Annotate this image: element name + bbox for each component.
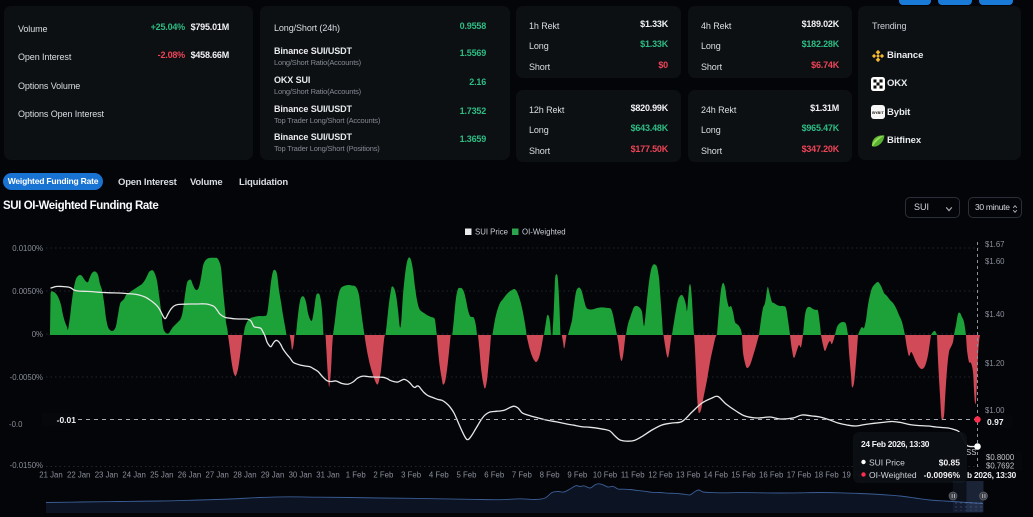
svg-text:$0.85: $0.85 [939,458,961,468]
svg-text:0.0100%: 0.0100% [12,244,43,253]
svg-text:13 Feb: 13 Feb [676,471,701,480]
svg-text:18 Feb: 18 Feb [814,471,839,480]
svg-text:-0.0050%: -0.0050% [10,373,43,382]
svg-text:1 Feb: 1 Feb [346,471,367,480]
svg-text:5 Feb: 5 Feb [457,471,478,480]
svg-text:$1.40: $1.40 [985,310,1005,319]
svg-text:12 Feb: 12 Feb [648,471,673,480]
svg-text:$1.60: $1.60 [985,257,1005,266]
svg-text:7 Feb: 7 Feb [512,471,533,480]
svg-text:SS: SS [966,448,976,457]
svg-text:29 Jan: 29 Jan [261,471,284,480]
svg-text:22 Jan: 22 Jan [67,471,90,480]
svg-text:0.0050%: 0.0050% [12,287,43,296]
svg-text:10 Feb: 10 Feb [593,471,618,480]
svg-text:6 Feb: 6 Feb [484,471,505,480]
svg-text:BYB!T: BYB!T [872,111,884,115]
svg-text:15 Feb: 15 Feb [731,471,756,480]
svg-text:0%: 0% [32,330,43,339]
svg-text:$1.00: $1.00 [985,406,1005,415]
svg-text:8 Feb: 8 Feb [540,471,561,480]
svg-text:-0.0150%: -0.0150% [10,461,43,470]
svg-text:OI-Weighted: OI-Weighted [522,228,566,237]
svg-text:28 Jan: 28 Jan [233,471,256,480]
svg-text:$1.20: $1.20 [985,359,1005,368]
svg-text:24 Feb 2026, 13:30: 24 Feb 2026, 13:30 [861,439,930,449]
svg-text:14 Feb: 14 Feb [704,471,729,480]
svg-text:-0.01: -0.01 [57,415,77,425]
svg-text:31 Jan: 31 Jan [316,471,339,480]
svg-text:9 Feb: 9 Feb [567,471,588,480]
svg-text:11 Feb: 11 Feb [621,471,645,480]
svg-text:24 Jan: 24 Jan [122,471,145,480]
svg-text:SUI Price: SUI Price [869,458,905,468]
svg-text:2 Feb: 2 Feb [373,471,394,480]
svg-text:-0.0096%: -0.0096% [924,470,961,480]
svg-text:$1.67: $1.67 [985,240,1005,249]
svg-text:23 Jan: 23 Jan [95,471,118,480]
svg-text:21 Jan: 21 Jan [39,471,62,480]
svg-text:0.97: 0.97 [987,417,1004,427]
svg-text:16 Feb: 16 Feb [759,471,784,480]
svg-text:4 Feb: 4 Feb [429,471,450,480]
svg-text:17 Feb: 17 Feb [787,471,812,480]
svg-text:27 Jan: 27 Jan [205,471,228,480]
svg-text:OI-Weighted: OI-Weighted [869,470,917,480]
svg-text:b 2026, 13:30: b 2026, 13:30 [967,470,1017,480]
svg-text:-0.0: -0.0 [9,420,23,429]
svg-text:SUI Price: SUI Price [475,228,508,237]
svg-text:3 Feb: 3 Feb [401,471,422,480]
svg-text:25 Jan: 25 Jan [150,471,173,480]
svg-text:26 Jan: 26 Jan [178,471,201,480]
svg-text:30 Jan: 30 Jan [289,471,312,480]
